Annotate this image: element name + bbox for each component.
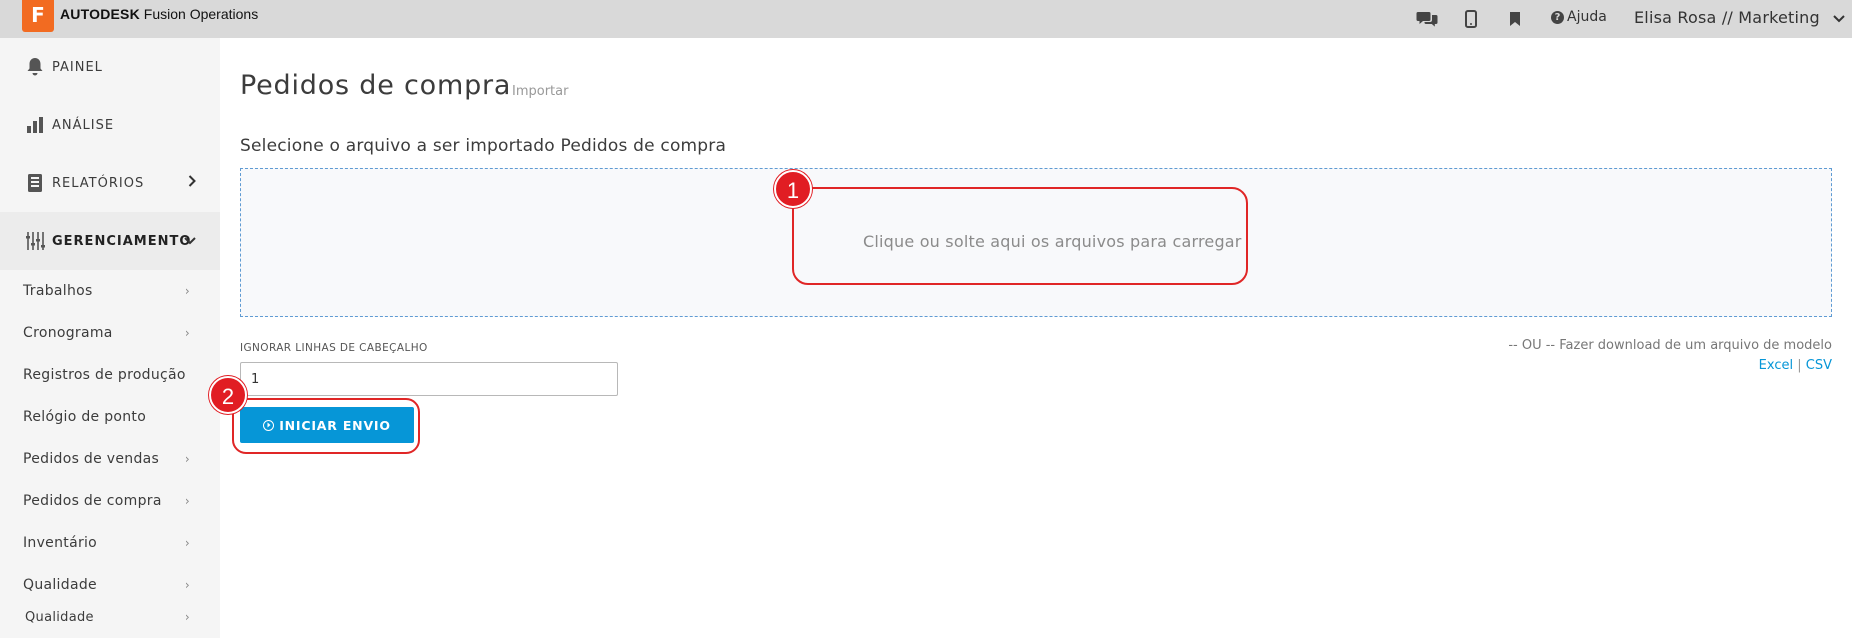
- download-template-text: -- OU -- Fazer download de um arquivo de…: [1508, 338, 1832, 353]
- sidebar-label: RELATÓRIOS: [52, 175, 145, 191]
- bar-chart-icon: [24, 114, 46, 136]
- chevron-down-icon: [184, 233, 196, 249]
- csv-template-link[interactable]: CSV: [1806, 358, 1832, 373]
- sidebar-sub-label: Qualidade: [23, 577, 97, 593]
- annotation-number-2: 2: [209, 376, 247, 414]
- sidebar-item-painel[interactable]: PAINEL: [0, 38, 220, 96]
- chevron-right-icon: ›: [184, 536, 190, 550]
- bell-icon: [24, 56, 46, 78]
- chevron-right-icon: ›: [184, 578, 190, 592]
- sidebar-item-gerenciamento[interactable]: GERENCIAMENTO: [0, 212, 220, 270]
- import-section-label: Selecione o arquivo a ser importado Pedi…: [240, 136, 727, 156]
- sidebar-item-relatorios[interactable]: RELATÓRIOS: [0, 154, 220, 212]
- brand-name: AUTODESK Fusion Operations: [60, 6, 258, 22]
- mobile-icon[interactable]: [1460, 8, 1482, 30]
- chevron-right-icon: ›: [184, 326, 190, 340]
- sidebar: PAINEL ANÁLISE RELATÓRIOS GERENCIAMENTO …: [0, 38, 220, 638]
- brand-product: Fusion Operations: [143, 6, 259, 22]
- sidebar-sub-label: Registros de produção: [23, 367, 186, 383]
- page-subtitle: Importar: [512, 84, 569, 99]
- annotation-box-1: [792, 187, 1248, 285]
- chevron-right-icon: [188, 175, 196, 191]
- sidebar-label: GERENCIAMENTO: [52, 233, 192, 249]
- sidebar-label: ANÁLISE: [52, 117, 115, 133]
- sidebar-sub-label: Pedidos de vendas: [23, 451, 160, 467]
- brand-main: AUTODESK: [60, 6, 140, 22]
- ignore-header-label: IGNORAR LINHAS DE CABEÇALHO: [240, 342, 428, 354]
- chevron-down-icon: [1833, 8, 1845, 27]
- sidebar-subitem-cronograma[interactable]: Cronograma ›: [0, 312, 220, 354]
- annotation-box-2: [232, 398, 420, 454]
- book-icon: [24, 172, 46, 194]
- chevron-right-icon: ›: [184, 452, 190, 466]
- sidebar-subitem-pedidos-vendas[interactable]: Pedidos de vendas ›: [0, 438, 220, 480]
- template-links: Excel | CSV: [1759, 358, 1832, 373]
- help-link[interactable]: ? Ajuda: [1551, 9, 1607, 25]
- page-title: Pedidos de compra: [240, 70, 512, 101]
- help-label: Ajuda: [1567, 9, 1607, 25]
- sidebar-label: PAINEL: [52, 59, 103, 75]
- sidebar-subitem-registros[interactable]: Registros de produção: [0, 354, 220, 396]
- sidebar-subitem-qualidade-2[interactable]: Qualidade ›: [0, 596, 220, 638]
- sidebar-sub-label: Relógio de ponto: [23, 409, 147, 425]
- sidebar-sub-label: Inventário: [23, 535, 98, 551]
- help-icon: ?: [1551, 11, 1564, 24]
- sliders-icon: [24, 230, 46, 252]
- link-separator: |: [1797, 358, 1802, 373]
- chat-icon[interactable]: [1416, 8, 1438, 30]
- sidebar-subitem-trabalhos[interactable]: Trabalhos ›: [0, 270, 220, 312]
- sidebar-subitem-relogio[interactable]: Relógio de ponto: [0, 396, 220, 438]
- chevron-right-icon: ›: [184, 610, 190, 624]
- chevron-right-icon: ›: [184, 494, 190, 508]
- sidebar-sub-label: Qualidade: [25, 609, 94, 625]
- sidebar-sub-label: Pedidos de compra: [23, 493, 162, 509]
- chevron-right-icon: ›: [184, 284, 190, 298]
- bookmark-icon[interactable]: [1504, 8, 1526, 30]
- ignore-header-input[interactable]: [240, 362, 618, 396]
- excel-template-link[interactable]: Excel: [1759, 358, 1793, 373]
- user-menu[interactable]: Elisa Rosa // Marketing: [1634, 8, 1845, 27]
- top-bar: F AUTODESK Fusion Operations ? Ajuda Elis…: [0, 0, 1852, 38]
- sidebar-item-analise[interactable]: ANÁLISE: [0, 96, 220, 154]
- sidebar-sub-label: Cronograma: [23, 325, 113, 341]
- user-label: Elisa Rosa // Marketing: [1634, 8, 1820, 27]
- fusion-logo[interactable]: F: [22, 0, 54, 32]
- sidebar-subitem-inventario[interactable]: Inventário ›: [0, 522, 220, 564]
- sidebar-sub-label: Trabalhos: [23, 283, 93, 299]
- annotation-number-1: 1: [774, 170, 812, 208]
- sidebar-subitem-pedidos-compra[interactable]: Pedidos de compra ›: [0, 480, 220, 522]
